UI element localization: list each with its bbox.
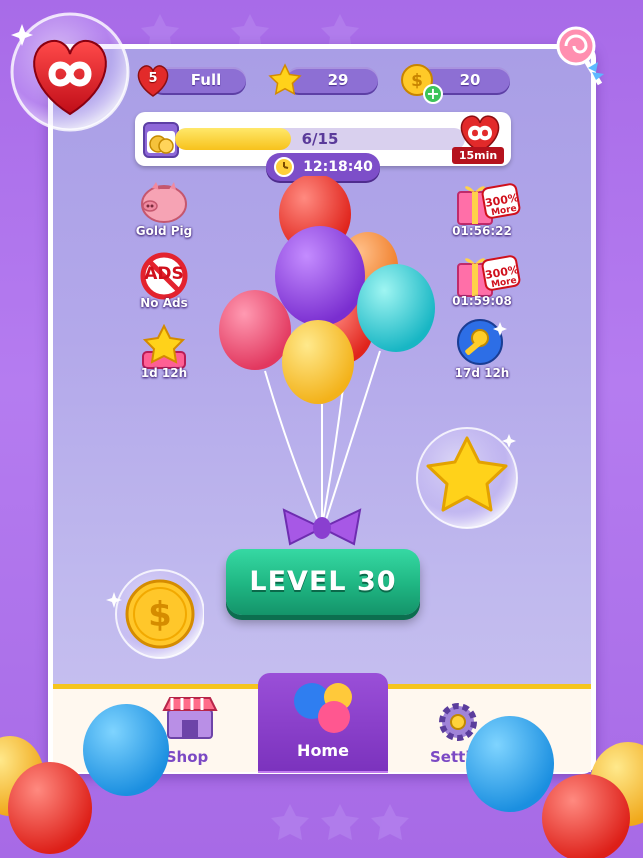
progress-track: 6/15 bbox=[175, 128, 465, 150]
clock-icon bbox=[274, 157, 294, 177]
foreground-balloons-right bbox=[466, 716, 643, 858]
star-event-timer: 1d 12h bbox=[140, 366, 188, 380]
no-ads-badge-text: ADS bbox=[144, 264, 184, 284]
coin-bonus-button[interactable]: $ bbox=[104, 568, 205, 668]
heart-infinity-icon bbox=[10, 12, 130, 132]
home-balloons-icon bbox=[294, 683, 352, 733]
no-ads-offer[interactable]: ADS No Ads bbox=[116, 252, 212, 314]
progress-text: 6/15 bbox=[301, 130, 339, 148]
star-chest-button[interactable] bbox=[413, 424, 521, 532]
lives-count: 5 bbox=[148, 71, 158, 86]
reward-time-ribbon: 15min bbox=[452, 147, 504, 164]
big-coin-icon: $ bbox=[106, 569, 205, 659]
reward-time-text: 15min bbox=[458, 149, 498, 162]
lives-status-text: Full bbox=[190, 71, 222, 89]
gold-pig-label: Gold Pig bbox=[135, 224, 193, 238]
nav-home-label: Home bbox=[297, 741, 349, 760]
level-play-button[interactable]: LEVEL 30 bbox=[226, 549, 420, 615]
foreground-balloons-left bbox=[0, 704, 169, 854]
infinite-lives-button[interactable] bbox=[8, 10, 132, 134]
gold-pig-offer[interactable]: Gold Pig bbox=[116, 178, 212, 242]
star-icon bbox=[268, 63, 302, 97]
piggy-bank-icon bbox=[141, 182, 187, 223]
lollipop-icon[interactable] bbox=[552, 24, 608, 88]
star-event-offer[interactable]: 1d 12h bbox=[116, 323, 212, 386]
no-ads-label: No Ads bbox=[140, 296, 188, 310]
stars-count: 29 bbox=[327, 71, 349, 89]
add-coins-icon[interactable]: + bbox=[423, 84, 443, 104]
level-button-label: LEVEL 30 bbox=[249, 566, 397, 597]
svg-text:$: $ bbox=[148, 595, 172, 635]
big-star-icon bbox=[416, 427, 518, 529]
svg-text:$: $ bbox=[411, 71, 423, 91]
nav-home[interactable]: Home bbox=[258, 673, 388, 773]
